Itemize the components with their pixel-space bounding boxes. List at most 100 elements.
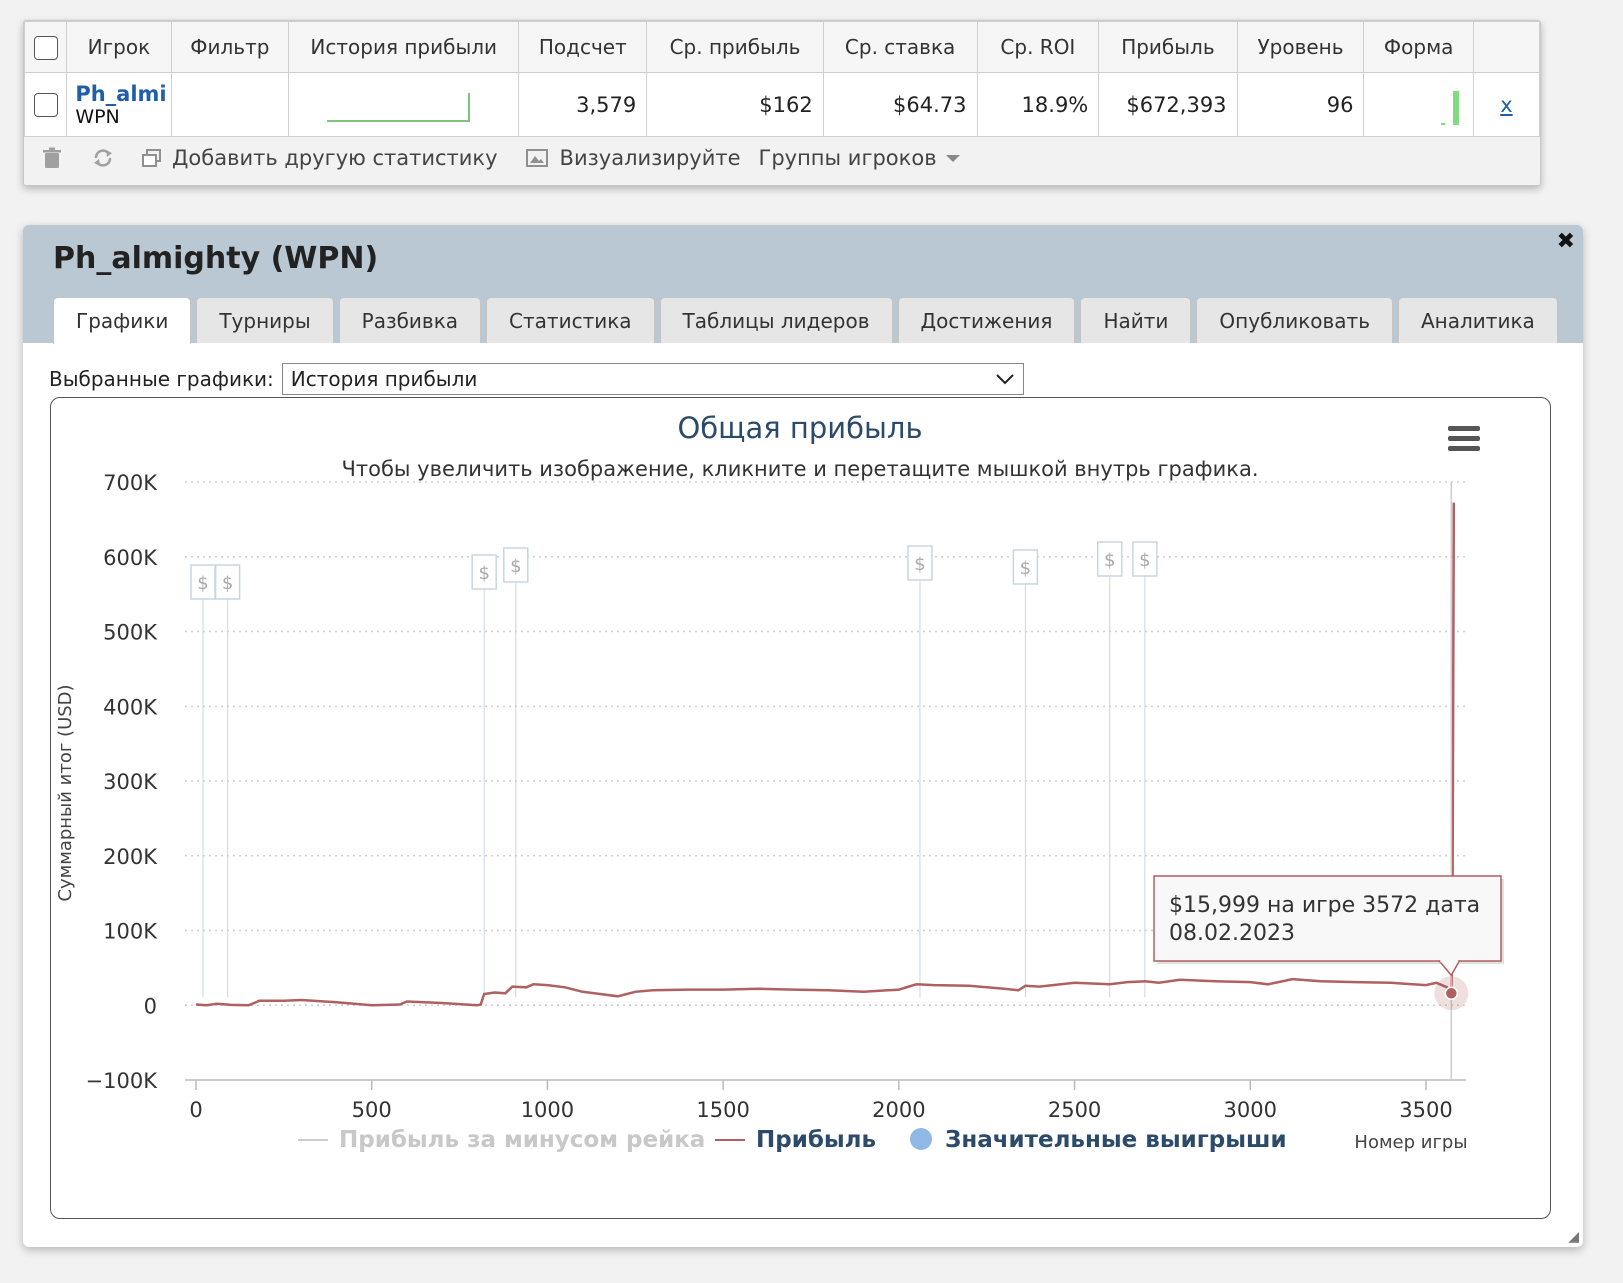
player-groups-dropdown[interactable]: Группы игроков (759, 146, 961, 170)
x-tick-label: 2500 (1048, 1098, 1101, 1122)
y-tick-label: 300K (103, 770, 158, 794)
chart-select-row: Выбранные графики: История прибыли (49, 363, 1024, 395)
col-player[interactable]: Игрок (66, 21, 172, 73)
chevron-down-icon (996, 374, 1014, 385)
x-axis-title: Номер игры (1354, 1132, 1467, 1153)
visualize-button[interactable]: Визуализируйте (525, 146, 741, 170)
remove-player-link[interactable]: x (1500, 93, 1512, 117)
tab-statistics[interactable]: Статистика (486, 297, 655, 343)
col-avg-roi[interactable]: Ср. ROI (976, 21, 1100, 73)
chart-title: Общая прибыль (677, 411, 922, 445)
col-avg-stake[interactable]: Ср. ставка (822, 21, 978, 73)
panel-header: Ph_almighty (WPN) ✖ Графики Турниры Разб… (23, 225, 1583, 344)
image-icon (525, 149, 548, 167)
tab-publish[interactable]: Опубликовать (1196, 297, 1393, 343)
tab-breakdown[interactable]: Разбивка (338, 297, 482, 343)
add-stats-label: Добавить другую статистику (172, 146, 498, 170)
profit-chart[interactable]: 700K 600K 500K 400K 300K 200K 100K 0 −100K 0 500 1… (51, 398, 1549, 1217)
tooltip-box (1153, 875, 1502, 962)
legend-profit-label[interactable]: Прибыль (756, 1127, 876, 1153)
row-checkbox-cell[interactable] (23, 72, 68, 137)
remove-cell: x (1472, 72, 1541, 137)
col-form[interactable]: Форма (1363, 21, 1474, 73)
hover-point[interactable] (1444, 986, 1459, 1001)
col-level[interactable]: Уровень (1236, 21, 1365, 73)
add-stats-button[interactable]: Добавить другую статистику (142, 146, 498, 170)
refresh-icon (94, 149, 112, 167)
select-all-cell[interactable] (23, 21, 68, 73)
chart-subtitle: Чтобы увеличить изображение, кликните и … (341, 457, 1258, 481)
tab-tournaments[interactable]: Турниры (196, 297, 334, 343)
filter-cell (170, 72, 290, 137)
chart-select[interactable]: История прибыли (281, 363, 1024, 395)
x-tick-label: 3000 (1224, 1098, 1277, 1122)
player-panel: Ph_almighty (WPN) ✖ Графики Турниры Разб… (23, 225, 1583, 1247)
big-win-flag-label: $ (1139, 550, 1150, 571)
col-avg-profit[interactable]: Ср. прибыль (646, 21, 824, 73)
player-name-link[interactable]: Ph_almi (75, 82, 170, 106)
tab-achievements[interactable]: Достижения (897, 297, 1076, 343)
y-tick-label: 200K (103, 845, 158, 869)
tooltip-line-1: $15,999 на игре 3572 дата (1169, 893, 1480, 918)
big-win-flag-label: $ (222, 573, 233, 594)
add-window-icon (142, 149, 161, 167)
player-groups-label: Группы игроков (758, 146, 937, 170)
col-filter[interactable]: Фильтр (170, 21, 290, 73)
tab-leaderboards[interactable]: Таблицы лидеров (659, 297, 893, 343)
big-win-flag-label: $ (1104, 550, 1115, 571)
visualize-label: Визуализируйте (559, 146, 741, 170)
y-tick-label: 100K (103, 920, 158, 944)
avg-roi-cell: 18.9% (976, 72, 1100, 137)
tab-find[interactable]: Найти (1080, 297, 1192, 343)
col-profit[interactable]: Прибыль (1098, 21, 1238, 73)
player-site: WPN (75, 105, 120, 128)
trash-icon (43, 147, 61, 168)
big-win-flag-label: $ (197, 573, 208, 594)
profit-cell: $672,393 (1098, 72, 1238, 137)
stats-toolbar: Добавить другую статистику Визуализируйт… (24, 133, 1540, 183)
profit-history-sparkline-cell (288, 72, 520, 137)
big-win-flag-label: $ (510, 556, 521, 577)
stats-table: Игрок Фильтр История прибыли Подсчет Ср.… (23, 21, 1541, 137)
panel-tabs: Графики Турниры Разбивка Статистика Табл… (53, 297, 1563, 344)
form-sparkline (1440, 91, 1459, 125)
tab-analytics[interactable]: Аналитика (1398, 297, 1558, 343)
y-tick-label: 500K (103, 621, 158, 645)
tab-charts[interactable]: Графики (53, 297, 192, 344)
chart-select-value: История прибыли (290, 367, 478, 391)
col-profit-history[interactable]: История прибыли (288, 21, 520, 73)
caret-down-icon (945, 155, 960, 162)
avg-stake-cell: $64.73 (822, 72, 978, 137)
big-win-flag-label: $ (478, 563, 489, 584)
y-tick-label: 600K (103, 546, 158, 570)
big-win-flag-label: $ (914, 554, 925, 575)
x-tick-label: 2000 (872, 1098, 925, 1122)
form-sparkline-cell (1363, 72, 1474, 137)
level-cell: 96 (1236, 72, 1365, 137)
stats-card: Игрок Фильтр История прибыли Подсчет Ср.… (23, 20, 1541, 186)
chart-container[interactable]: 700K 600K 500K 400K 300K 200K 100K 0 −100K 0 500 1… (50, 397, 1551, 1219)
y-tick-label: 400K (103, 695, 158, 719)
resize-handle-icon[interactable]: ◢ (1568, 1229, 1579, 1245)
player-cell: Ph_almi WPN (66, 72, 172, 137)
refresh-button[interactable] (92, 147, 114, 169)
big-win-flag-label: $ (1020, 558, 1031, 579)
legend-big-wins-swatch[interactable] (910, 1128, 932, 1150)
select-all-checkbox[interactable] (33, 35, 58, 60)
col-remove (1472, 21, 1541, 73)
profit-history-sparkline (327, 93, 471, 122)
col-count[interactable]: Подсчет (518, 21, 648, 73)
menu-icon[interactable] (1448, 426, 1480, 451)
table-row: Ph_almi WPN 3,579 $162 $64.73 18.9% $672… (23, 72, 1541, 137)
close-icon[interactable]: ✖ (1557, 229, 1575, 254)
x-tick-label: 500 (352, 1098, 392, 1122)
row-checkbox[interactable] (33, 93, 58, 117)
y-tick-label: 700K (103, 471, 158, 495)
tooltip-line-2: 08.02.2023 (1169, 921, 1295, 946)
y-axis-title: Суммарный итог (USD) (55, 684, 76, 901)
delete-button[interactable] (42, 147, 62, 169)
legend-no-rake-label[interactable]: Прибыль за минусом рейка (339, 1127, 705, 1153)
legend-big-wins-label[interactable]: Значительные выигрыши (945, 1127, 1287, 1153)
x-tick-label: 1000 (521, 1098, 574, 1122)
x-tick-label: 0 (189, 1098, 202, 1122)
